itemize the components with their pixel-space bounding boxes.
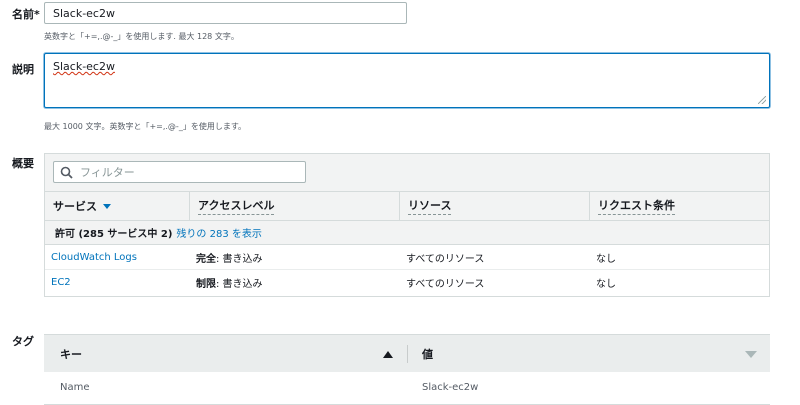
name-input[interactable]	[44, 2, 407, 24]
column-service[interactable]: サービス	[45, 192, 190, 220]
resource-cell: すべてのリソース	[406, 279, 485, 290]
summary-label: 概要	[12, 157, 34, 170]
table-row: EC2 制限: 書き込み すべてのリソース なし	[45, 270, 769, 295]
access-level-cell: 制限: 書き込み	[196, 279, 263, 290]
column-access-level[interactable]: アクセスレベル	[190, 192, 400, 220]
resource-cell: すべてのリソース	[406, 253, 485, 265]
tag-key: Name	[60, 382, 90, 393]
description-textarea[interactable]: Slack-ec2w	[44, 53, 770, 108]
condition-cell: なし	[596, 279, 616, 290]
column-resource[interactable]: リソース	[400, 192, 590, 220]
description-hint: 最大 1000 文字。英数字と「+=,.@-_」を使用します。	[44, 122, 247, 131]
tags-panel: キー 値 Name Slack-ec2w	[44, 334, 770, 405]
name-hint: 英数字と「+=,.@-_」を使用します. 最大 128 文字。	[44, 32, 239, 41]
sort-descending-icon[interactable]	[745, 351, 757, 358]
summary-table-header: サービス アクセスレベル リソース リクエスト条件	[45, 192, 769, 221]
access-level-cell: 完全: 書き込み	[196, 253, 263, 265]
table-row: CloudWatch Logs 完全: 書き込み すべてのリソース なし	[45, 245, 769, 270]
column-key[interactable]: キー	[60, 346, 82, 362]
description-text: Slack-ec2w	[53, 60, 115, 73]
sort-ascending-icon[interactable]	[383, 351, 393, 358]
tags-label: タグ	[12, 335, 34, 348]
column-value[interactable]: 値	[422, 346, 433, 362]
allow-summary-row: 許可 (285 サービス中 2) 残りの 283 を表示	[45, 221, 769, 245]
resize-handle-icon[interactable]	[758, 96, 766, 104]
filter-input[interactable]	[78, 164, 305, 180]
service-link[interactable]: EC2	[51, 277, 71, 288]
name-label: 名前*	[12, 8, 40, 21]
allow-count: 許可 (285 サービス中 2)	[55, 229, 173, 240]
summary-panel: サービス アクセスレベル リソース リクエスト条件 許可 (285 サービス中 …	[44, 153, 770, 297]
search-icon	[60, 166, 73, 179]
condition-cell: なし	[596, 253, 616, 265]
description-label: 説明	[12, 63, 34, 76]
column-divider	[407, 345, 408, 363]
tag-value: Slack-ec2w	[422, 382, 479, 393]
service-link[interactable]: CloudWatch Logs	[51, 252, 137, 263]
show-remaining-link[interactable]: 残りの 283 を表示	[176, 225, 261, 240]
column-request-condition[interactable]: リクエスト条件	[590, 192, 769, 220]
summary-toolbar	[45, 154, 769, 192]
sort-descending-icon	[103, 203, 111, 209]
filter-box[interactable]	[53, 161, 306, 183]
tags-table-header: キー 値	[44, 334, 770, 372]
table-row: Name Slack-ec2w	[44, 372, 770, 405]
